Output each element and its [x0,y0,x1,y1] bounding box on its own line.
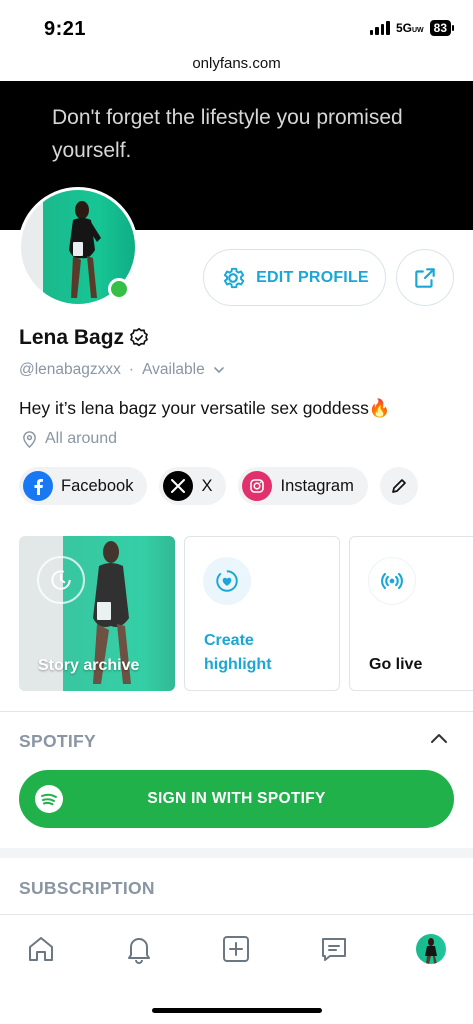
share-button[interactable] [396,249,454,306]
spotify-section-title: SPOTIFY [19,731,96,751]
profile-avatar-photo [425,938,437,964]
battery-icon: 83 [429,20,455,36]
banner-text: Don't forget the lifestyle you promised … [52,106,403,162]
social-chip-x[interactable]: X [159,467,227,505]
social-chip-instagram[interactable]: Instagram [238,467,368,505]
divider [0,711,473,712]
create-highlight-label: Create highlight [204,632,272,673]
edit-profile-button[interactable]: EDIT PROFILE [203,249,386,306]
create-highlight-card[interactable]: Create highlight [184,536,340,691]
facebook-icon [23,471,53,501]
profile-handle: @lenabagzxxx [19,361,121,378]
home-icon [29,937,53,961]
location-label: All around [45,430,118,447]
nav-home[interactable] [24,932,58,966]
subscription-section-title: SUBSCRIPTION [19,878,155,898]
share-icon [415,267,435,288]
profile-name: Lena Bagz [19,326,125,349]
highlight-heart-icon [203,557,251,605]
edit-social-button[interactable] [379,467,418,505]
instagram-icon [242,471,273,501]
verified-badge-icon [130,327,148,347]
handle-row: @lenabagzxxx · Available [19,361,225,379]
message-icon [322,938,346,961]
bell-icon [128,938,150,964]
social-label: Instagram [280,476,354,495]
online-status-dot [108,278,130,300]
url-bar[interactable]: onlyfans.com [0,55,473,72]
chevron-up-icon[interactable] [429,731,449,745]
social-label: X [201,476,213,495]
gear-icon [224,267,245,288]
social-chip-facebook[interactable]: Facebook [19,467,148,505]
edit-profile-label: EDIT PROFILE [256,268,369,286]
x-icon [163,471,194,501]
live-broadcast-icon [368,557,416,605]
status-indicators: 5GUW 83 [369,20,455,36]
spotify-sign-in-button[interactable]: SIGN IN WITH SPOTIFY [19,770,454,828]
profile-name-row: Lena Bagz [19,326,150,350]
story-archive-card[interactable]: Story archive [19,536,175,691]
avatar-photo [69,201,101,298]
nav-profile-avatar[interactable] [416,934,446,964]
history-icon [37,556,85,604]
nav-notifications[interactable] [122,932,156,966]
nav-add-post[interactable] [219,932,253,966]
section-divider [0,848,473,858]
signal-icon [369,21,390,35]
location-pin-icon [23,430,36,448]
go-live-label: Go live [369,656,423,673]
social-label: Facebook [61,476,134,495]
social-links: Facebook X Instagram [19,467,418,505]
availability-dropdown[interactable]: Available [142,361,225,379]
spotify-icon [35,785,63,813]
nav-messages[interactable] [317,932,351,966]
pencil-icon [392,479,406,493]
network-label: 5GUW [395,21,424,35]
profile-bio: Hey it’s lena bagz your versatile sex go… [19,398,391,418]
story-archive-label: Story archive [38,657,140,674]
separator-dot: · [128,361,135,378]
status-bar: 9:21 5GUW 83 [0,0,473,52]
availability-label: Available [142,361,205,378]
location-row: All around [22,430,117,448]
spotify-button-label: SIGN IN WITH SPOTIFY [147,790,326,807]
home-indicator [152,1008,322,1013]
go-live-card[interactable]: Go live [349,536,473,691]
add-post-icon [223,936,249,962]
status-time: 9:21 [44,18,87,40]
chevron-down-icon [213,367,224,374]
